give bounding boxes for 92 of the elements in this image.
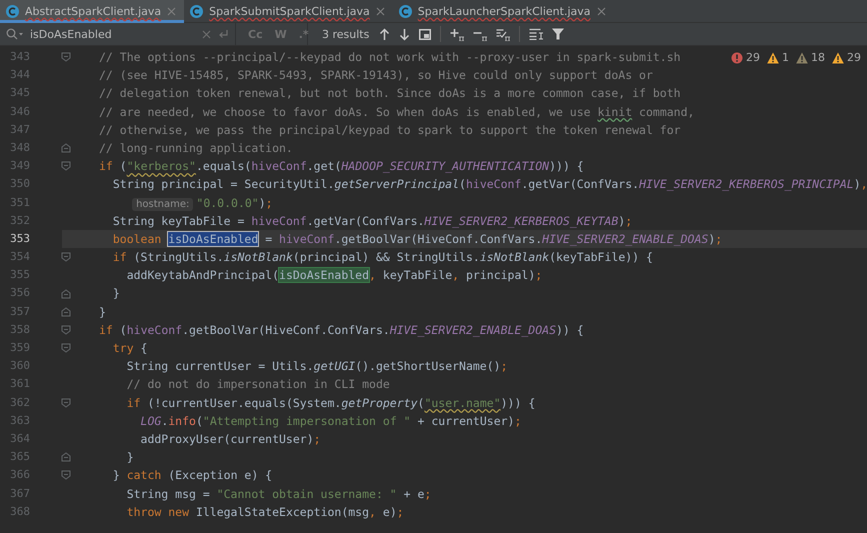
fold-marker-icon[interactable] bbox=[61, 398, 71, 408]
line-number: 349 bbox=[9, 158, 30, 174]
code-line: } catch (Exception e) { bbox=[112, 467, 272, 484]
line-number: 360 bbox=[9, 358, 30, 374]
code-line: throw new IllegalStateException(msg, e); bbox=[126, 504, 404, 521]
editor-tab[interactable]: SparkLauncherSparkClient.java bbox=[392, 0, 614, 23]
fold-marker-icon[interactable] bbox=[61, 52, 71, 62]
line-number: 355 bbox=[9, 267, 30, 284]
code-line: // delegation token renewal, but not both. Since doAs is a more common case, if both bbox=[98, 85, 681, 102]
line-number: 358 bbox=[9, 322, 30, 338]
line-number: 362 bbox=[9, 394, 30, 411]
code-line: } bbox=[98, 304, 106, 321]
fold-marker-icon[interactable] bbox=[61, 324, 71, 335]
code-line: try { bbox=[112, 340, 148, 357]
warning-icon[interactable] bbox=[796, 52, 808, 64]
line-number: 359 bbox=[9, 340, 30, 356]
align-lines-icon[interactable] bbox=[529, 28, 544, 40]
code-line: addProxyUser(currentUser); bbox=[140, 430, 321, 448]
code-line: hostname: "0.0.0.0"); bbox=[84, 194, 273, 212]
warning-icon[interactable] bbox=[832, 52, 844, 64]
fold-marker-icon[interactable] bbox=[61, 252, 71, 262]
code-line: // long-running application. bbox=[98, 140, 293, 157]
newline-icon[interactable] bbox=[217, 28, 229, 40]
code-line: // are needed, we choose to favor doAs. So when doAs is enabled, we use kinit command, bbox=[98, 104, 694, 121]
line-number: 351 bbox=[9, 194, 30, 210]
filter-icon[interactable] bbox=[552, 28, 564, 40]
problem-count: 29 bbox=[847, 51, 861, 64]
code-line: } bbox=[126, 449, 134, 466]
code-line: String currentUser = Utils.getUGI().getShortUserName(); bbox=[126, 358, 508, 376]
line-number: 354 bbox=[9, 249, 30, 266]
code-line: String principal = SecurityUtil.getServerPrincipal(hiveConf.getVar(ConfVars.HIVE_SERVER2_KERBEROS_PRINCIPAL), bbox=[112, 176, 867, 194]
line-number: 348 bbox=[9, 140, 30, 156]
add-occurrence-icon[interactable] bbox=[450, 28, 464, 40]
line-number: 353 bbox=[9, 230, 30, 247]
close-icon[interactable] bbox=[596, 7, 606, 16]
fold-marker-icon[interactable] bbox=[61, 343, 71, 354]
code-line: if (!currentUser.equals(System.getProperty("user.name"))) { bbox=[126, 394, 536, 412]
editor-tab[interactable]: SparkSubmitSparkClient.java bbox=[184, 0, 393, 23]
editor-tab[interactable]: AbstractSparkClient.java bbox=[0, 0, 184, 23]
code-line: // The options --principal/--keypad do not work with --proxy-user in spark-submit.sh bbox=[98, 49, 681, 66]
window-icon[interactable] bbox=[419, 28, 432, 40]
fold-marker-icon[interactable] bbox=[61, 470, 71, 480]
line-number: 345 bbox=[9, 85, 30, 102]
class-file-icon bbox=[190, 5, 204, 18]
code-line: addKeytabAndPrincipal(isDoAsEnabled, keyTabFile, principal); bbox=[126, 267, 542, 284]
problem-count: 1 bbox=[782, 51, 789, 64]
line-number: 364 bbox=[9, 430, 30, 447]
close-icon[interactable] bbox=[167, 7, 176, 16]
code-line: } bbox=[112, 285, 120, 302]
warning-icon[interactable] bbox=[767, 52, 779, 64]
problem-count: 29 bbox=[746, 51, 760, 64]
line-number: 368 bbox=[9, 504, 30, 520]
arrow-down-icon[interactable] bbox=[399, 28, 410, 40]
line-number: 343 bbox=[9, 49, 30, 65]
line-number: 363 bbox=[9, 412, 30, 429]
fold-marker-icon[interactable] bbox=[61, 306, 71, 317]
code-line: if (hiveConf.getBoolVar(HiveConf.ConfVars.HIVE_SERVER2_ENABLE_DOAS)) { bbox=[98, 322, 584, 339]
fold-marker-icon[interactable] bbox=[61, 452, 71, 462]
line-number: 347 bbox=[9, 122, 30, 138]
arrow-up-icon[interactable] bbox=[379, 28, 390, 40]
code-line: if (StringUtils.isNotBlank(principal) && StringUtils.isNotBlank(keyTabFile)) { bbox=[112, 249, 653, 266]
code-line: String keyTabFile = hiveConf.getVar(ConfVars.HIVE_SERVER2_KERBEROS_KEYTAB); bbox=[112, 212, 632, 230]
search-icon[interactable] bbox=[6, 28, 24, 40]
class-file-icon bbox=[398, 5, 412, 18]
close-icon[interactable] bbox=[202, 30, 211, 38]
code-line: String msg = "Cannot obtain username: " + e; bbox=[126, 486, 432, 502]
line-number: 356 bbox=[9, 285, 30, 302]
line-number: 367 bbox=[9, 486, 30, 502]
code-line: // (see HIVE-15485, SPARK-5493, SPARK-19143), so Hive could only support doAs or bbox=[98, 67, 653, 84]
search-option-toggle[interactable]: .* bbox=[296, 26, 311, 42]
fold-marker-icon[interactable] bbox=[61, 161, 71, 172]
fold-marker-icon[interactable] bbox=[61, 143, 71, 154]
line-number: 357 bbox=[9, 304, 30, 320]
problem-count: 18 bbox=[811, 51, 825, 64]
line-number: 352 bbox=[9, 212, 30, 229]
result-count: 3 results bbox=[322, 28, 370, 40]
code-line: // do not do impersonation in CLI mode bbox=[126, 376, 390, 394]
search-field[interactable]: isDoAsEnabled bbox=[30, 26, 196, 42]
error-icon[interactable] bbox=[731, 52, 743, 64]
code-line: if ("kerberos".equals(hiveConf.get(HADOOP_SECURITY_AUTHENTICATION))) { bbox=[98, 158, 584, 176]
line-number: 350 bbox=[9, 176, 30, 192]
line-number: 344 bbox=[9, 67, 30, 84]
select-all-icon[interactable] bbox=[496, 28, 510, 40]
line-number: 346 bbox=[9, 104, 30, 120]
line-number: 361 bbox=[9, 376, 30, 392]
code-line: // otherwise, we pass the principal/keypad to spark to support the token renewal for bbox=[98, 122, 681, 139]
code-line: LOG.info("Attempting impersonation of " + currentUser); bbox=[140, 412, 522, 430]
line-number: 366 bbox=[9, 467, 30, 484]
line-number: 365 bbox=[9, 449, 30, 466]
fold-marker-icon[interactable] bbox=[61, 288, 71, 299]
close-icon[interactable] bbox=[376, 7, 385, 16]
class-file-icon bbox=[6, 5, 19, 18]
